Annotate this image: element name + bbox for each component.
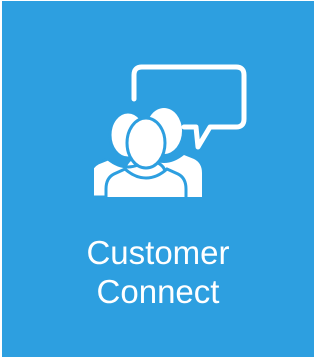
customer-group-speech-bubble-icon [94,64,247,197]
tile-label: Customer Connect [2,233,314,311]
customer-connect-tile[interactable]: Customer Connect [2,1,314,357]
tile-label-line-2: Connect [96,273,220,310]
tile-label-line-1: Customer [86,234,230,271]
